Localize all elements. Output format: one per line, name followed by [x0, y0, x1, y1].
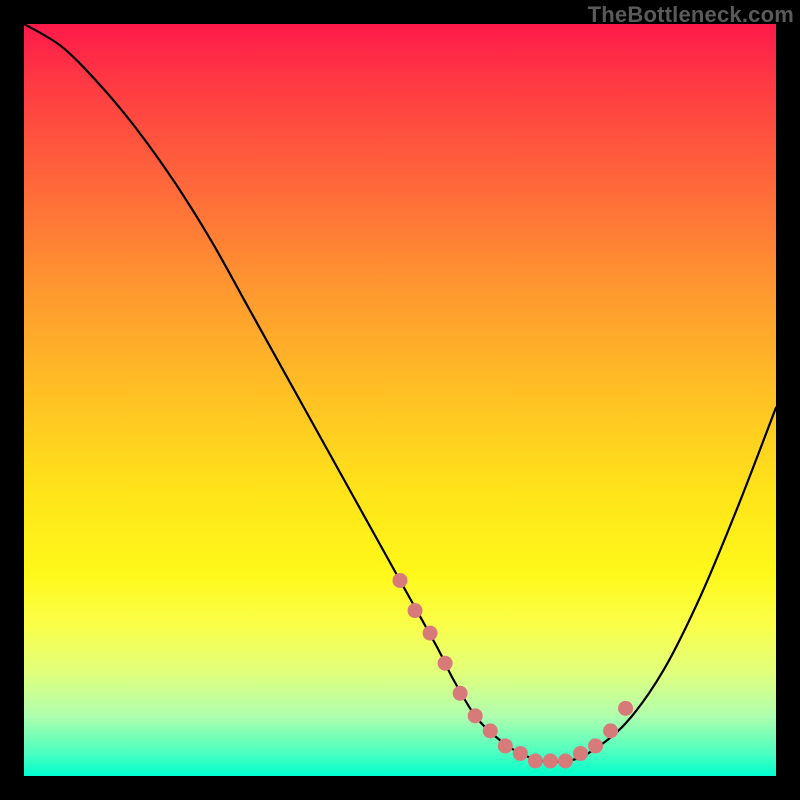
highlight-dot	[423, 626, 438, 641]
bottleneck-curve-path	[24, 24, 776, 762]
highlight-dot	[603, 723, 618, 738]
highlight-dot	[588, 738, 603, 753]
bottleneck-chart	[0, 0, 800, 800]
highlight-dot	[393, 573, 408, 588]
highlight-dot	[513, 746, 528, 761]
highlight-dot	[408, 603, 423, 618]
highlight-dot	[558, 753, 573, 768]
highlight-dot	[528, 753, 543, 768]
watermark-label: TheBottleneck.com	[588, 2, 794, 28]
highlight-dot	[573, 746, 588, 761]
chart-content	[24, 24, 776, 768]
highlight-markers	[393, 573, 634, 768]
highlight-dot	[543, 753, 558, 768]
highlight-dot	[438, 656, 453, 671]
highlight-dot	[483, 723, 498, 738]
highlight-dot	[453, 686, 468, 701]
highlight-dot	[618, 701, 633, 716]
highlight-dot	[498, 738, 513, 753]
highlight-dot	[468, 708, 483, 723]
